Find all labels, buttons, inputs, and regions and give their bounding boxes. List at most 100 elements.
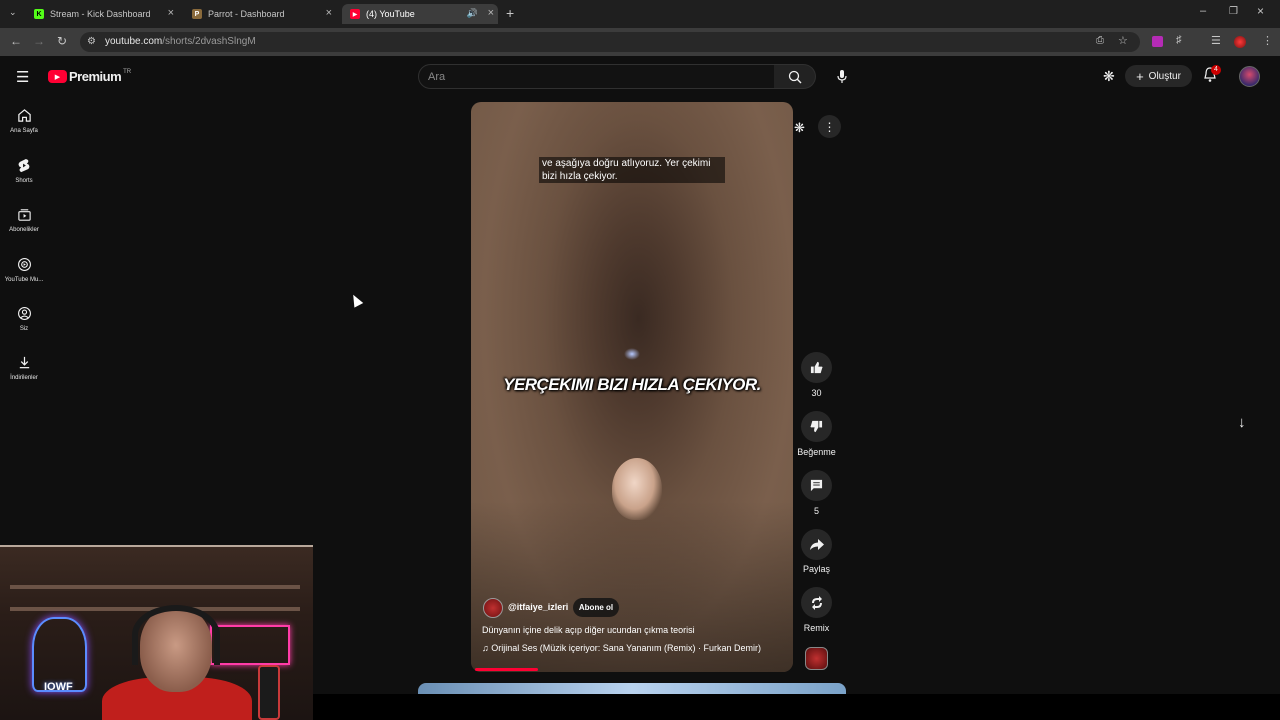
extension-icon[interactable] — [1152, 36, 1163, 47]
home-icon — [17, 109, 31, 122]
ai-sparkle-icon[interactable]: ❋ — [794, 120, 805, 136]
reload-icon[interactable]: ↻ — [57, 34, 67, 48]
youtube-play-icon: ▶ — [48, 70, 67, 83]
sidebar-item-label: Abonelikler — [9, 227, 39, 233]
video-title[interactable]: Dünyanın içine delik açıp diğer ucundan … — [482, 625, 695, 635]
download-icon — [19, 356, 29, 369]
remix-icon — [811, 595, 822, 610]
dislike-label: Beğenme — [797, 447, 836, 457]
video-subject — [612, 458, 662, 520]
subscribe-button[interactable]: Abone ol — [573, 598, 619, 617]
music-link[interactable]: ♫ Orijinal Ses (Müzik içeriyor: Sana Yan… — [482, 643, 761, 653]
tab-title: (4) YouTube — [366, 9, 415, 19]
url-text[interactable]: youtube.com/shorts/2dvashSlngM — [105, 36, 256, 47]
sidebar-item-label: Shorts — [15, 178, 33, 184]
more-vert-icon: ⋮ — [823, 119, 836, 134]
url-host: youtube.com — [105, 36, 163, 47]
search-input[interactable] — [418, 64, 775, 89]
sidebar-item-home[interactable]: Ana Sayfa — [0, 108, 48, 148]
search-icon — [788, 70, 801, 83]
shorts-icon — [18, 158, 30, 173]
arrow-down-icon[interactable]: ↓ — [1238, 414, 1246, 431]
hamburger-menu-icon[interactable]: ☰ — [16, 68, 29, 86]
notifications-button[interactable]: 4 — [1203, 65, 1221, 88]
dislike-button[interactable] — [801, 411, 832, 442]
tab-youtube[interactable]: ▶ (4) YouTube 🔊 × — [342, 4, 498, 24]
browser-menu-icon[interactable]: ⋮ — [1262, 34, 1273, 47]
logo-text: Premium — [69, 69, 122, 84]
media-control-icon[interactable]: ☰ — [1211, 34, 1221, 47]
back-icon[interactable]: ← — [10, 34, 22, 48]
site-info-icon[interactable]: ⚙ — [87, 36, 96, 47]
like-button[interactable] — [801, 352, 832, 383]
more-options-button[interactable]: ⋮ — [818, 115, 841, 138]
channel-name-link[interactable]: @itfaiye_izleri — [508, 602, 568, 612]
comment-count: 5 — [813, 506, 819, 516]
share-button[interactable] — [801, 529, 832, 560]
sidebar-item-youtube-music[interactable]: YouTube Mu... — [0, 257, 48, 297]
profile-avatar[interactable] — [1234, 36, 1246, 48]
speaker-icon[interactable]: 🔊 — [467, 8, 478, 19]
subscriptions-icon — [17, 209, 31, 221]
sidebar-item-label: YouTube Mu... — [4, 277, 44, 283]
voice-search-button[interactable] — [829, 64, 854, 89]
like-count: 30 — [811, 388, 822, 398]
close-icon[interactable]: × — [488, 7, 494, 19]
forward-icon[interactable]: → — [33, 34, 45, 48]
close-icon[interactable]: × — [168, 7, 174, 19]
tab-search-chevron-icon[interactable]: ⌄ — [9, 7, 17, 18]
youtube-logo[interactable]: ▶ Premium TR — [48, 69, 131, 84]
remix-label: Remix — [803, 623, 830, 633]
shelf — [10, 585, 300, 589]
tab-title: Parrot - Dashboard — [208, 9, 285, 19]
burned-in-caption: YERÇEKIMI BIZI HIZLA ÇEKIYOR. — [503, 375, 761, 394]
sidebar-item-downloads[interactable]: İndirilenler — [0, 355, 48, 395]
parrot-favicon-icon: P — [192, 9, 202, 19]
region-code: TR — [123, 68, 132, 75]
thumbs-down-icon — [810, 420, 823, 433]
search-placeholder: Ara — [428, 71, 446, 83]
youtube-favicon-icon: ▶ — [350, 9, 360, 19]
new-tab-icon[interactable]: + — [506, 5, 514, 21]
webcam-overlay: IOWF — [0, 545, 313, 720]
sidebar-item-subscriptions[interactable]: Abonelikler — [0, 207, 48, 247]
extensions-puzzle-icon[interactable]: ♯ — [1176, 34, 1182, 46]
you-icon — [17, 307, 31, 320]
restore-icon[interactable]: ❐ — [1229, 6, 1238, 17]
video-light-spot — [624, 348, 640, 360]
notification-badge: 4 — [1211, 65, 1221, 75]
remix-button[interactable] — [801, 587, 832, 618]
sound-source-thumbnail[interactable] — [805, 647, 828, 670]
window-close-icon[interactable]: × — [1257, 4, 1264, 18]
install-app-icon[interactable]: ⎙ — [1096, 35, 1104, 46]
neon-frame — [210, 625, 290, 665]
tab-title: Stream - Kick Dashboard — [50, 9, 151, 19]
browser-tab-strip: ⌄ K Stream - Kick Dashboard × P Parrot -… — [0, 0, 1280, 28]
music-icon — [17, 258, 31, 271]
comments-button[interactable] — [801, 470, 832, 501]
sidebar-item-label: Siz — [19, 326, 29, 332]
ai-sparkle-icon[interactable]: ❋ — [1103, 68, 1115, 85]
comment-icon — [810, 479, 823, 492]
plus-icon: + — [1136, 68, 1144, 84]
sidebar-item-shorts[interactable]: Shorts — [0, 158, 48, 198]
neon-logo-text: IOWF — [44, 681, 73, 693]
sidebar-item-label: Ana Sayfa — [10, 128, 38, 134]
microphone-icon — [836, 69, 847, 83]
kick-favicon-icon: K — [34, 9, 44, 19]
tab-parrot-dashboard[interactable]: P Parrot - Dashboard × — [184, 4, 336, 24]
sidebar-item-label: İndirilenler — [10, 375, 38, 381]
account-avatar[interactable] — [1239, 66, 1260, 87]
video-progress-bar[interactable] — [475, 668, 538, 671]
minimize-icon[interactable]: – — [1200, 5, 1206, 17]
search-button[interactable] — [774, 64, 816, 89]
bookmark-star-icon[interactable]: ☆ — [1118, 34, 1128, 47]
music-note-icon: ♫ — [482, 643, 489, 653]
close-icon[interactable]: × — [326, 7, 332, 19]
music-label: Orijinal Ses (Müzik içeriyor: Sana Yanan… — [491, 643, 761, 653]
sidebar-item-you[interactable]: Siz — [0, 306, 48, 346]
tab-kick-dashboard[interactable]: K Stream - Kick Dashboard × — [26, 4, 178, 24]
microphone-stand — [258, 665, 280, 720]
create-button[interactable]: + Oluştur — [1125, 65, 1192, 87]
channel-avatar[interactable] — [483, 598, 503, 618]
